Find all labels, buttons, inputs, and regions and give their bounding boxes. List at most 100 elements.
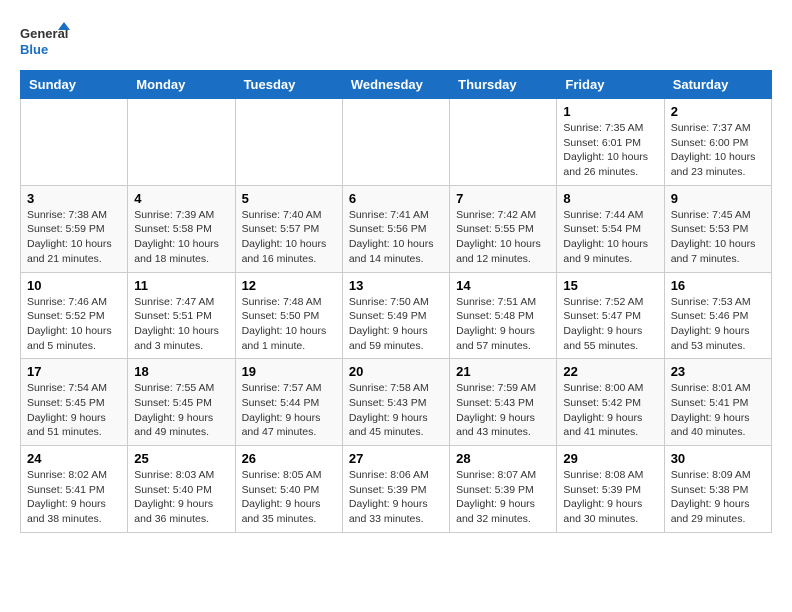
calendar-day-cell: 15 Sunrise: 7:52 AM Sunset: 5:47 PM Dayli… bbox=[557, 272, 664, 359]
day-number: 21 bbox=[456, 364, 550, 379]
day-info: Sunrise: 7:35 AM Sunset: 6:01 PM Dayligh… bbox=[563, 121, 657, 180]
day-number: 25 bbox=[134, 451, 228, 466]
calendar-day-cell: 4Sunrise: 7:39 AM Sunset: 5:58 PM Daylig… bbox=[128, 185, 235, 272]
day-number: 30 bbox=[671, 451, 765, 466]
day-number: 18 bbox=[134, 364, 228, 379]
generalblue-logo-icon: General Blue bbox=[20, 20, 70, 60]
day-header-wednesday: Wednesday bbox=[342, 71, 449, 99]
day-header-monday: Monday bbox=[128, 71, 235, 99]
day-number: 14 bbox=[456, 278, 550, 293]
day-number: 26 bbox=[242, 451, 336, 466]
day-info: Sunrise: 8:06 AM Sunset: 5:39 PM Dayligh… bbox=[349, 468, 443, 527]
day-info: Sunrise: 8:03 AM Sunset: 5:40 PM Dayligh… bbox=[134, 468, 228, 527]
day-info: Sunrise: 7:42 AM Sunset: 5:55 PM Dayligh… bbox=[456, 208, 550, 267]
calendar-day-cell: 28 Sunrise: 8:07 AM Sunset: 5:39 PM Dayli… bbox=[450, 446, 557, 533]
day-number: 28 bbox=[456, 451, 550, 466]
calendar-day-cell: 6 Sunrise: 7:41 AM Sunset: 5:56 PM Daylig… bbox=[342, 185, 449, 272]
calendar-day-cell: 25 Sunrise: 8:03 AM Sunset: 5:40 PM Dayli… bbox=[128, 446, 235, 533]
calendar-day-cell: 1 Sunrise: 7:35 AM Sunset: 6:01 PM Daylig… bbox=[557, 99, 664, 186]
day-number: 16 bbox=[671, 278, 765, 293]
calendar-day-cell: 21Sunrise: 7:59 AM Sunset: 5:43 PM Dayli… bbox=[450, 359, 557, 446]
day-number: 23 bbox=[671, 364, 765, 379]
day-info: Sunrise: 7:58 AM Sunset: 5:43 PM Dayligh… bbox=[349, 381, 443, 440]
day-number: 6 bbox=[349, 191, 443, 206]
calendar-day-cell: 24 Sunrise: 8:02 AM Sunset: 5:41 PM Dayli… bbox=[21, 446, 128, 533]
day-info: Sunrise: 7:46 AM Sunset: 5:52 PM Dayligh… bbox=[27, 295, 121, 354]
day-number: 8 bbox=[563, 191, 657, 206]
day-info: Sunrise: 7:39 AM Sunset: 5:58 PM Dayligh… bbox=[134, 208, 228, 267]
calendar-day-cell: 3 Sunrise: 7:38 AM Sunset: 5:59 PM Daylig… bbox=[21, 185, 128, 272]
day-number: 10 bbox=[27, 278, 121, 293]
day-info: Sunrise: 7:38 AM Sunset: 5:59 PM Dayligh… bbox=[27, 208, 121, 267]
calendar-day-cell: 12 Sunrise: 7:48 AM Sunset: 5:50 PM Dayli… bbox=[235, 272, 342, 359]
day-number: 24 bbox=[27, 451, 121, 466]
day-info: Sunrise: 7:50 AM Sunset: 5:49 PM Dayligh… bbox=[349, 295, 443, 354]
page-header: General Blue bbox=[20, 20, 772, 60]
calendar-week-row: 17Sunrise: 7:54 AM Sunset: 5:45 PM Dayli… bbox=[21, 359, 772, 446]
calendar-day-cell: 14Sunrise: 7:51 AM Sunset: 5:48 PM Dayli… bbox=[450, 272, 557, 359]
day-number: 29 bbox=[563, 451, 657, 466]
calendar-day-cell: 10 Sunrise: 7:46 AM Sunset: 5:52 PM Dayli… bbox=[21, 272, 128, 359]
day-header-saturday: Saturday bbox=[664, 71, 771, 99]
day-info: Sunrise: 8:09 AM Sunset: 5:38 PM Dayligh… bbox=[671, 468, 765, 527]
day-number: 22 bbox=[563, 364, 657, 379]
day-info: Sunrise: 8:00 AM Sunset: 5:42 PM Dayligh… bbox=[563, 381, 657, 440]
calendar-day-cell: 8 Sunrise: 7:44 AM Sunset: 5:54 PM Daylig… bbox=[557, 185, 664, 272]
day-info: Sunrise: 7:48 AM Sunset: 5:50 PM Dayligh… bbox=[242, 295, 336, 354]
calendar-day-cell: 29 Sunrise: 8:08 AM Sunset: 5:39 PM Dayli… bbox=[557, 446, 664, 533]
day-number: 20 bbox=[349, 364, 443, 379]
day-info: Sunrise: 7:57 AM Sunset: 5:44 PM Dayligh… bbox=[242, 381, 336, 440]
calendar-table: SundayMondayTuesdayWednesdayThursdayFrid… bbox=[20, 70, 772, 533]
day-number: 1 bbox=[563, 104, 657, 119]
calendar-day-cell bbox=[342, 99, 449, 186]
day-number: 7 bbox=[456, 191, 550, 206]
calendar-day-cell: 11 Sunrise: 7:47 AM Sunset: 5:51 PM Dayli… bbox=[128, 272, 235, 359]
calendar-day-cell: 7 Sunrise: 7:42 AM Sunset: 5:55 PM Daylig… bbox=[450, 185, 557, 272]
day-info: Sunrise: 8:01 AM Sunset: 5:41 PM Dayligh… bbox=[671, 381, 765, 440]
calendar-week-row: 3 Sunrise: 7:38 AM Sunset: 5:59 PM Daylig… bbox=[21, 185, 772, 272]
day-number: 11 bbox=[134, 278, 228, 293]
calendar-day-cell: 18 Sunrise: 7:55 AM Sunset: 5:45 PM Dayli… bbox=[128, 359, 235, 446]
day-header-sunday: Sunday bbox=[21, 71, 128, 99]
calendar-day-cell: 22 Sunrise: 8:00 AM Sunset: 5:42 PM Dayli… bbox=[557, 359, 664, 446]
day-number: 19 bbox=[242, 364, 336, 379]
calendar-body: 1 Sunrise: 7:35 AM Sunset: 6:01 PM Daylig… bbox=[21, 99, 772, 533]
day-info: Sunrise: 8:02 AM Sunset: 5:41 PM Dayligh… bbox=[27, 468, 121, 527]
calendar-day-cell bbox=[21, 99, 128, 186]
day-number: 13 bbox=[349, 278, 443, 293]
day-info: Sunrise: 7:55 AM Sunset: 5:45 PM Dayligh… bbox=[134, 381, 228, 440]
day-info: Sunrise: 7:41 AM Sunset: 5:56 PM Dayligh… bbox=[349, 208, 443, 267]
calendar-day-cell: 30 Sunrise: 8:09 AM Sunset: 5:38 PM Dayli… bbox=[664, 446, 771, 533]
day-header-tuesday: Tuesday bbox=[235, 71, 342, 99]
calendar-day-cell: 2Sunrise: 7:37 AM Sunset: 6:00 PM Daylig… bbox=[664, 99, 771, 186]
calendar-day-cell: 9 Sunrise: 7:45 AM Sunset: 5:53 PM Daylig… bbox=[664, 185, 771, 272]
day-info: Sunrise: 7:47 AM Sunset: 5:51 PM Dayligh… bbox=[134, 295, 228, 354]
day-info: Sunrise: 8:05 AM Sunset: 5:40 PM Dayligh… bbox=[242, 468, 336, 527]
logo: General Blue bbox=[20, 20, 70, 60]
day-info: Sunrise: 7:52 AM Sunset: 5:47 PM Dayligh… bbox=[563, 295, 657, 354]
day-info: Sunrise: 8:07 AM Sunset: 5:39 PM Dayligh… bbox=[456, 468, 550, 527]
day-info: Sunrise: 7:44 AM Sunset: 5:54 PM Dayligh… bbox=[563, 208, 657, 267]
calendar-day-cell: 27Sunrise: 8:06 AM Sunset: 5:39 PM Dayli… bbox=[342, 446, 449, 533]
calendar-day-cell: 26 Sunrise: 8:05 AM Sunset: 5:40 PM Dayli… bbox=[235, 446, 342, 533]
day-number: 3 bbox=[27, 191, 121, 206]
calendar-day-cell bbox=[450, 99, 557, 186]
day-number: 5 bbox=[242, 191, 336, 206]
calendar-day-cell: 19 Sunrise: 7:57 AM Sunset: 5:44 PM Dayli… bbox=[235, 359, 342, 446]
day-number: 17 bbox=[27, 364, 121, 379]
calendar-week-row: 10 Sunrise: 7:46 AM Sunset: 5:52 PM Dayli… bbox=[21, 272, 772, 359]
calendar-week-row: 24 Sunrise: 8:02 AM Sunset: 5:41 PM Dayli… bbox=[21, 446, 772, 533]
svg-text:Blue: Blue bbox=[20, 42, 48, 57]
calendar-day-cell: 5 Sunrise: 7:40 AM Sunset: 5:57 PM Daylig… bbox=[235, 185, 342, 272]
day-info: Sunrise: 7:40 AM Sunset: 5:57 PM Dayligh… bbox=[242, 208, 336, 267]
calendar-day-cell: 20 Sunrise: 7:58 AM Sunset: 5:43 PM Dayli… bbox=[342, 359, 449, 446]
day-header-thursday: Thursday bbox=[450, 71, 557, 99]
day-number: 15 bbox=[563, 278, 657, 293]
day-number: 12 bbox=[242, 278, 336, 293]
day-info: Sunrise: 8:08 AM Sunset: 5:39 PM Dayligh… bbox=[563, 468, 657, 527]
day-info: Sunrise: 7:45 AM Sunset: 5:53 PM Dayligh… bbox=[671, 208, 765, 267]
day-number: 9 bbox=[671, 191, 765, 206]
calendar-day-cell: 13 Sunrise: 7:50 AM Sunset: 5:49 PM Dayli… bbox=[342, 272, 449, 359]
day-header-friday: Friday bbox=[557, 71, 664, 99]
day-number: 2 bbox=[671, 104, 765, 119]
